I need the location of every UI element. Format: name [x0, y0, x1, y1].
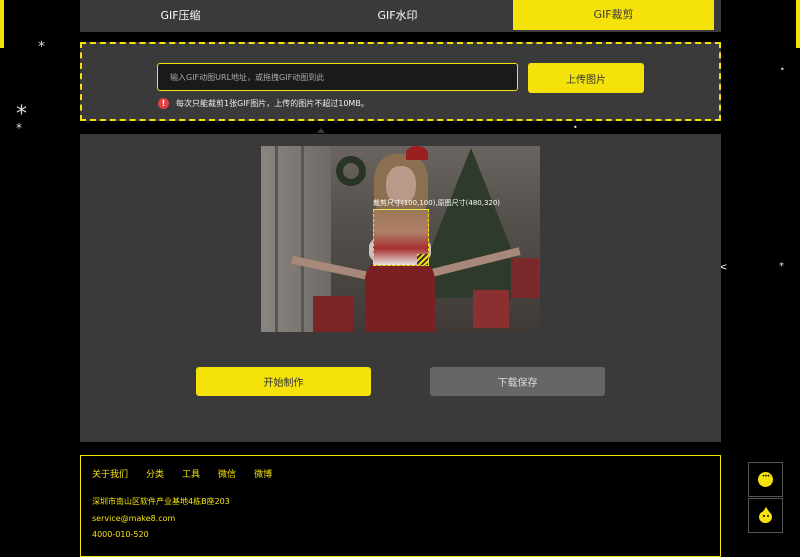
- footer-link-about[interactable]: 关于我们: [92, 467, 128, 480]
- footer-email[interactable]: service@make8.com: [92, 514, 175, 523]
- gif-preview: 裁剪尺寸(100,100),原图尺寸(480,320): [261, 146, 540, 332]
- snowflake-icon: •: [573, 123, 578, 132]
- upload-notice: ! 每次只能裁剪1张GIF图片，上传的图片不超过10MB。: [158, 98, 369, 109]
- back-to-top-head: [759, 511, 772, 523]
- gif-url-input[interactable]: [157, 63, 518, 91]
- preview-santa-hat: [406, 146, 428, 160]
- snowflake-icon: *: [38, 39, 45, 55]
- snowflake-icon: *: [16, 121, 22, 135]
- footer-links: 关于我们 分类 工具 微信 微博: [92, 467, 290, 480]
- preview-gift: [511, 258, 539, 298]
- tab-gif-watermark[interactable]: GIF水印: [297, 0, 498, 32]
- back-to-top-icon: [757, 507, 774, 524]
- tab-gif-crop[interactable]: GIF裁剪: [513, 0, 714, 30]
- download-save-button[interactable]: 下载保存: [430, 367, 605, 396]
- preview-dress: [365, 258, 435, 332]
- site-footer: 关于我们 分类 工具 微信 微博 深圳市南山区软件产业基地4栋B座203 ser…: [80, 455, 721, 557]
- start-button[interactable]: 开始制作: [196, 367, 371, 396]
- preview-gift: [313, 296, 353, 332]
- footer-link-category[interactable]: 分类: [146, 467, 164, 480]
- tab-gif-compress[interactable]: GIF压缩: [80, 0, 281, 32]
- snowflake-icon: *: [779, 261, 784, 272]
- footer-link-weibo[interactable]: 微博: [254, 467, 272, 480]
- back-to-top-eye: [767, 515, 769, 517]
- right-accent-bar: [796, 0, 800, 48]
- crop-workspace: 裁剪尺寸(100,100),原图尺寸(480,320) 开始制作 下载保存: [80, 134, 721, 442]
- upload-dropzone[interactable]: 上传图片 ! 每次只能裁剪1张GIF图片，上传的图片不超过10MB。: [80, 42, 721, 121]
- resize-handle-icon[interactable]: [417, 254, 428, 265]
- caret-up-icon: [317, 128, 325, 133]
- snowflake-icon: •: [780, 65, 785, 74]
- exclamation-circle-icon: !: [158, 98, 169, 109]
- upload-image-button[interactable]: 上传图片: [528, 63, 644, 93]
- preview-window-frame: [301, 146, 304, 332]
- back-to-top-eye: [763, 515, 765, 517]
- crop-selection-box[interactable]: [373, 209, 429, 266]
- footer-link-tools[interactable]: 工具: [182, 467, 200, 480]
- preview-window-frame: [275, 146, 278, 332]
- tab-bar: GIF压缩 GIF水印 GIF裁剪: [80, 0, 721, 32]
- footer-link-wechat[interactable]: 微信: [218, 467, 236, 480]
- back-to-top-button[interactable]: [748, 498, 783, 533]
- left-accent-bar: [0, 0, 4, 48]
- crop-size-label: 裁剪尺寸(100,100),原图尺寸(480,320): [373, 199, 501, 207]
- footer-address: 深圳市南山区软件产业基地4栋B座203: [92, 497, 230, 506]
- upload-notice-text: 每次只能裁剪1张GIF图片，上传的图片不超过10MB。: [176, 99, 369, 108]
- preview-gift: [473, 290, 509, 328]
- preview-wreath: [336, 156, 366, 186]
- chat-bubble-icon: [758, 472, 773, 487]
- footer-phone: 4000-010-520: [92, 530, 149, 539]
- chat-button[interactable]: [748, 462, 783, 497]
